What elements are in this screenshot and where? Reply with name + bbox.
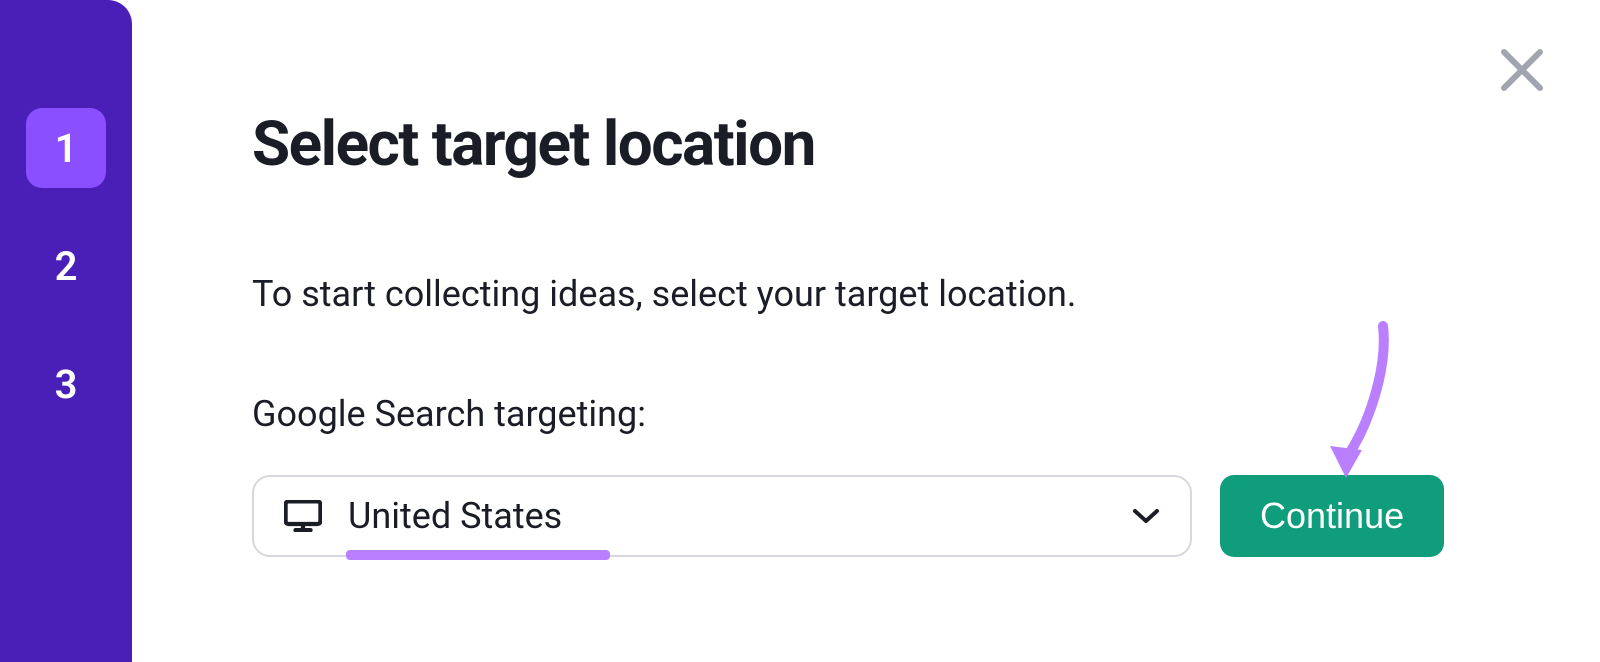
close-button[interactable] xyxy=(1496,44,1548,96)
wizard-sidebar: 1 2 3 xyxy=(0,0,132,662)
location-select-value: United States xyxy=(348,495,1132,537)
form-row: United States Continue xyxy=(252,475,1540,557)
close-icon xyxy=(1498,46,1546,94)
step-2[interactable]: 2 xyxy=(26,226,106,306)
location-select[interactable]: United States xyxy=(252,475,1192,557)
page-title: Select target location xyxy=(252,108,1540,181)
field-label-targeting: Google Search targeting: xyxy=(252,393,1540,435)
desktop-icon xyxy=(284,500,322,532)
chevron-down-icon xyxy=(1132,508,1160,524)
page-subtitle: To start collecting ideas, select your t… xyxy=(252,273,1540,315)
main-content: Select target location To start collecti… xyxy=(252,108,1540,557)
continue-button[interactable]: Continue xyxy=(1220,475,1444,557)
annotation-underline xyxy=(346,550,610,560)
step-3[interactable]: 3 xyxy=(26,344,106,424)
step-1[interactable]: 1 xyxy=(26,108,106,188)
